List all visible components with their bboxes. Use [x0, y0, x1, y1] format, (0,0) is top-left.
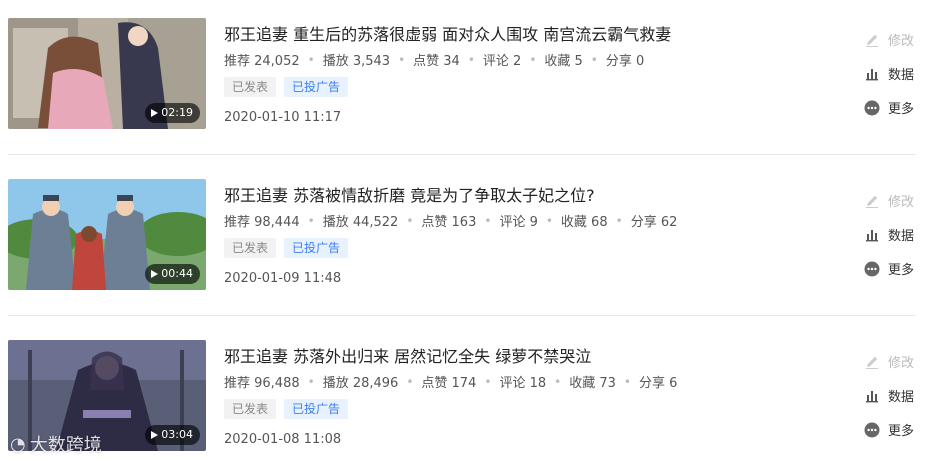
- edit-label: 修改: [888, 34, 915, 49]
- stat-recommend: 推荐 98,444: [224, 215, 300, 230]
- edit-button: 修改: [864, 352, 914, 371]
- duration-badge: 03:04: [145, 425, 200, 445]
- duration-badge: 00:44: [145, 264, 200, 284]
- more-button[interactable]: 更多: [864, 98, 914, 117]
- more-label: 更多: [888, 102, 915, 117]
- publish-date: 2020-01-08 11:08: [224, 432, 342, 447]
- edit-button: 修改: [864, 191, 914, 210]
- data-button[interactable]: 数据: [864, 225, 914, 244]
- video-item: 02:19 邪王追妻 重生后的苏落很虚弱 面对众人围攻 南宫流云霸气救妻 推荐 …: [8, 18, 916, 130]
- status-tags: 已发表 已投广告: [224, 238, 349, 258]
- status-tags: 已发表 已投广告: [224, 77, 349, 97]
- bar-chart-icon: [866, 68, 878, 80]
- stat-likes: 点赞 163: [421, 215, 477, 230]
- more-icon: [864, 261, 880, 276]
- video-stats: 推荐 96,488 • 播放 28,496 • 点赞 174 • 评论 18 • 收藏 …: [224, 372, 678, 392]
- watermark-logo-icon: ◔: [10, 433, 26, 455]
- status-badge-advertised: 已投广告: [284, 399, 349, 419]
- video-thumbnail[interactable]: 00:44: [8, 179, 206, 290]
- data-label: 数据: [888, 68, 915, 83]
- duration-badge: 02:19: [145, 103, 200, 123]
- stat-shares: 分享 0: [605, 54, 645, 69]
- bar-chart-icon: [866, 229, 878, 241]
- status-badge-advertised: 已投广告: [284, 77, 349, 97]
- duration-text: 02:19: [161, 106, 193, 119]
- stat-recommend: 推荐 96,488: [224, 376, 300, 391]
- video-item: 00:44 邪王追妻 苏落被情敌折磨 竟是为了争取太子妃之位? 推荐 98,44…: [8, 179, 916, 291]
- publish-date: 2020-01-10 11:17: [224, 110, 342, 125]
- stat-shares: 分享 6: [638, 376, 678, 391]
- status-tags: 已发表 已投广告: [224, 399, 349, 419]
- data-button[interactable]: 数据: [864, 64, 914, 83]
- video-title[interactable]: 邪王追妻 重生后的苏落很虚弱 面对众人围攻 南宫流云霸气救妻: [224, 21, 671, 45]
- watermark: ◔ 大数跨境: [10, 431, 102, 457]
- video-thumbnail[interactable]: 02:19: [8, 18, 206, 129]
- divider: [8, 315, 916, 316]
- more-icon: [864, 422, 880, 437]
- data-label: 数据: [888, 229, 915, 244]
- video-title[interactable]: 邪王追妻 苏落被情敌折磨 竟是为了争取太子妃之位?: [224, 182, 595, 206]
- stat-likes: 点赞 174: [421, 376, 477, 391]
- play-icon: [151, 270, 159, 278]
- stat-plays: 播放 44,522: [322, 215, 399, 230]
- edit-button: 修改: [864, 30, 914, 49]
- video-stats: 推荐 24,052 • 播放 3,543 • 点赞 34 • 评论 2 • 收藏 5 • …: [224, 50, 645, 70]
- more-icon: [864, 100, 880, 115]
- data-label: 数据: [888, 390, 915, 405]
- video-stats: 推荐 98,444 • 播放 44,522 • 点赞 163 • 评论 9 • 收藏 6…: [224, 211, 678, 231]
- play-icon: [151, 431, 159, 439]
- status-badge-published: 已发表: [224, 399, 277, 419]
- video-title[interactable]: 邪王追妻 苏落外出归来 居然记忆全失 绿萝不禁哭泣: [224, 343, 591, 367]
- more-button[interactable]: 更多: [864, 420, 914, 439]
- stat-favorites: 收藏 68: [560, 215, 608, 230]
- status-badge-published: 已发表: [224, 238, 277, 258]
- edit-icon: [866, 195, 878, 208]
- watermark-text: 大数跨境: [29, 435, 102, 456]
- stat-likes: 点赞 34: [413, 54, 460, 69]
- more-label: 更多: [888, 263, 915, 278]
- divider: [8, 154, 916, 155]
- status-badge-published: 已发表: [224, 77, 277, 97]
- stat-favorites: 收藏 73: [569, 376, 616, 391]
- edit-icon: [866, 356, 878, 369]
- more-button[interactable]: 更多: [864, 259, 914, 278]
- video-item: 03:04 邪王追妻 苏落外出归来 居然记忆全失 绿萝不禁哭泣 推荐 96,48…: [8, 340, 916, 452]
- stat-comments: 评论 2: [482, 54, 522, 69]
- data-button[interactable]: 数据: [864, 386, 914, 405]
- stat-plays: 播放 28,496: [322, 376, 399, 391]
- edit-label: 修改: [888, 356, 915, 371]
- stat-recommend: 推荐 24,052: [224, 54, 300, 69]
- publish-date: 2020-01-09 11:48: [224, 271, 342, 286]
- more-label: 更多: [888, 424, 915, 439]
- duration-text: 00:44: [161, 267, 193, 280]
- play-icon: [151, 109, 159, 117]
- bar-chart-icon: [866, 390, 878, 402]
- edit-icon: [866, 34, 878, 47]
- stat-plays: 播放 3,543: [322, 54, 391, 69]
- edit-label: 修改: [888, 195, 915, 210]
- stat-comments: 评论 9: [499, 215, 538, 230]
- stat-comments: 评论 18: [499, 376, 547, 391]
- stat-shares: 分享 62: [630, 215, 678, 230]
- stat-favorites: 收藏 5: [544, 54, 583, 69]
- status-badge-advertised: 已投广告: [284, 238, 349, 258]
- duration-text: 03:04: [161, 428, 193, 441]
